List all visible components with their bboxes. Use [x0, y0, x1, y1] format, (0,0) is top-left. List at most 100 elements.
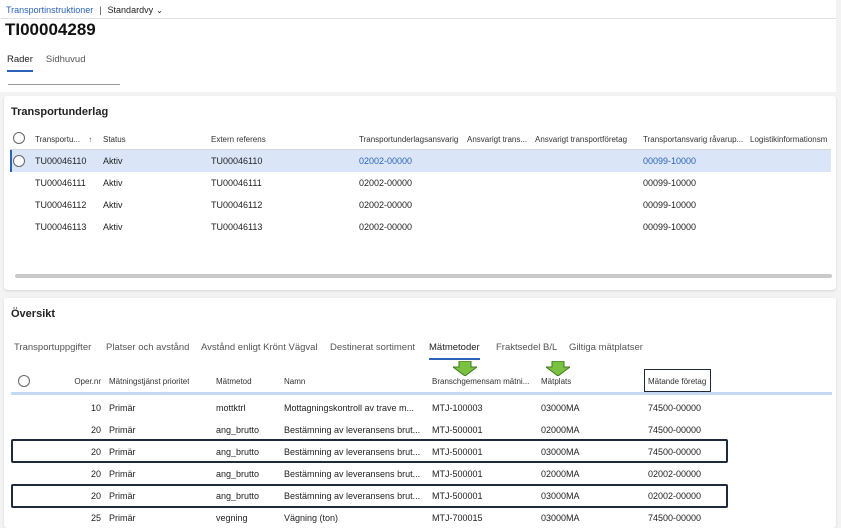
col-header-prioritet[interactable]: Mätningstjänst prioritet — [109, 377, 189, 386]
cell-matmetod: ang_brutto — [216, 469, 260, 479]
transport-grid-header: Transportu... ↑ Status Extern referens T… — [10, 128, 831, 150]
tab-sidhuvud[interactable]: Sidhuvud — [46, 54, 86, 72]
col-header-branschgemensam[interactable]: Branschgemensam mätni... — [432, 377, 532, 386]
cell-oper-nr: 25 — [90, 513, 101, 523]
cell-ansvarig-link[interactable]: 02002-00000 — [359, 156, 412, 166]
cell-namn: Mottagningskontroll av trave m... — [284, 403, 415, 413]
col-header-status[interactable]: Status — [103, 135, 126, 144]
chevron-down-icon: ⌄ — [156, 5, 163, 15]
overview-section: Översikt Transportuppgifter Platser och … — [4, 298, 836, 528]
select-all-radio[interactable] — [18, 375, 30, 387]
cell-branschgemensam: MTJ-700015 — [432, 513, 483, 523]
tab-transportuppgifter[interactable]: Transportuppgifter — [14, 342, 91, 353]
cell-transportunderlag[interactable]: TU00046110 — [35, 156, 86, 166]
cell-branschgemensam: MTJ-500001 — [432, 425, 483, 435]
cell-status: Aktiv — [103, 156, 123, 166]
cell-matplats: 03000MA — [541, 513, 580, 523]
cell-ansvarig-ravara[interactable]: 00099-10000 — [643, 178, 696, 188]
cell-oper-nr: 10 — [90, 403, 101, 413]
cell-ansvarig-ravara[interactable]: 00099-10000 — [643, 222, 696, 232]
cell-transportunderlag[interactable]: TU00046112 — [35, 200, 86, 210]
table-row[interactable]: TU00046113 Aktiv TU00046113 02002-00000 … — [10, 216, 831, 238]
col-header-matplats[interactable]: Mätplats — [541, 377, 571, 386]
table-row[interactable]: 20 Primär ang_brutto Bestämning av lever… — [11, 463, 832, 485]
cell-oper-nr: 20 — [90, 469, 101, 479]
cell-matande-foretag: 74500-00000 — [648, 403, 702, 413]
table-row[interactable]: TU00046111 Aktiv TU00046111 02002-00000 … — [10, 172, 831, 194]
tab-destinerat-sortiment[interactable]: Destinerat sortiment — [330, 342, 415, 353]
cell-status: Aktiv — [103, 222, 123, 232]
table-row[interactable]: 10 Primär mottktrl Mottagningskontroll a… — [11, 397, 832, 419]
cell-status: Aktiv — [103, 178, 123, 188]
tab-rader[interactable]: Rader — [7, 54, 33, 72]
col-header-ansvarigt-trans[interactable]: Ansvarigt trans... — [467, 135, 533, 144]
row-highlight-box — [11, 439, 728, 463]
row-highlight-box — [11, 484, 728, 508]
col-header-transportunderlagsansvarig[interactable]: Transportunderlagsansvarig — [359, 135, 463, 144]
cell-namn: Vägning (ton) — [284, 513, 339, 523]
col-header-oper-nr[interactable]: Oper.nr — [65, 377, 101, 386]
cell-prioritet: Primär — [109, 469, 136, 479]
tab-giltiga-matplatser[interactable]: Giltiga mätplatser — [569, 342, 643, 353]
cell-ansvarig-ravara-link[interactable]: 00099-10000 — [643, 156, 696, 166]
cell-matmetod: mottktrl — [216, 403, 246, 413]
cell-transportunderlag[interactable]: TU00046111 — [35, 178, 86, 188]
tab-matmetoder[interactable]: Mätmetoder — [429, 342, 480, 360]
cell-namn: Bestämning av leveransens brut... — [284, 469, 421, 479]
transport-section: Transportunderlag Transportu... ↑ Status… — [4, 96, 836, 290]
tab-platser-och-avstand[interactable]: Platser och avstånd — [106, 342, 189, 353]
page-header: Transportinstruktioner | Standardvy ⌄ TI… — [0, 0, 836, 92]
table-row[interactable]: TU00046112 Aktiv TU00046112 02002-00000 … — [10, 194, 831, 216]
cell-extern-referens: TU00046112 — [211, 200, 263, 210]
cell-oper-nr: 20 — [90, 425, 101, 435]
sort-ascending-icon: ↑ — [88, 135, 93, 144]
col-header-namn[interactable]: Namn — [284, 377, 305, 386]
cell-namn: Bestämning av leveransens brut... — [284, 425, 421, 435]
column-highlight-box — [644, 369, 711, 392]
horizontal-scrollbar[interactable] — [15, 274, 832, 278]
cell-matmetod: ang_brutto — [216, 425, 260, 435]
cell-ansvarig[interactable]: 02002-00000 — [359, 178, 412, 188]
cell-ansvarig[interactable]: 02002-00000 — [359, 200, 412, 210]
cell-prioritet: Primär — [109, 403, 136, 413]
view-selector[interactable]: Standardvy ⌄ — [108, 5, 163, 15]
cell-matplats: 03000MA — [541, 403, 580, 413]
top-tabs: Rader Sidhuvud — [7, 54, 99, 72]
col-header-matmetod[interactable]: Mätmetod — [216, 377, 252, 386]
cell-transportunderlag[interactable]: TU00046113 — [35, 222, 86, 232]
header-divider — [0, 18, 836, 19]
cell-ansvarig[interactable]: 02002-00000 — [359, 222, 412, 232]
table-row[interactable]: 20 Primär ang_brutto Bestämning av lever… — [11, 419, 832, 441]
col-header-transportu[interactable]: Transportu... ↑ — [35, 135, 110, 144]
col-header-ansvarigt-transportforetag[interactable]: Ansvarigt transportföretag — [535, 135, 641, 144]
cell-extern-referens: TU00046110 — [211, 156, 263, 166]
col-header-transportansvarig-ravarup[interactable]: Transportansvarig råvarup... — [643, 135, 747, 144]
cell-matande-foretag: 74500-00000 — [648, 425, 702, 435]
col-header-extern-referens[interactable]: Extern referens — [211, 135, 266, 144]
cell-ansvarig-ravara[interactable]: 00099-10000 — [643, 200, 696, 210]
breadcrumb-link[interactable]: Transportinstruktioner — [6, 5, 93, 15]
table-row[interactable]: 25 Primär vegning Vägning (ton) MTJ-7000… — [11, 507, 832, 528]
tab-fraktsedel[interactable]: Fraktsedel B/L — [496, 342, 557, 353]
section-title: Översikt — [11, 308, 56, 320]
section-title: Transportunderlag — [11, 106, 109, 118]
tab-avstand-kront-vagval[interactable]: Avstånd enligt Krönt Vägval — [201, 342, 318, 353]
header-separator — [11, 392, 832, 395]
cell-matande-foretag: 02002-00000 — [648, 469, 702, 479]
table-row[interactable]: TU00046110 Aktiv TU00046110 02002-00000 … — [10, 150, 831, 172]
col-header-logistikinformation[interactable]: Logistikinformationsm — [750, 135, 831, 144]
breadcrumb: Transportinstruktioner | Standardvy ⌄ — [6, 4, 163, 16]
cell-extern-referens: TU00046111 — [211, 178, 262, 188]
row-radio[interactable] — [13, 155, 25, 167]
breadcrumb-separator: | — [99, 5, 102, 15]
cell-matplats: 02000MA — [541, 469, 580, 479]
select-all-radio[interactable] — [13, 132, 25, 144]
cell-matande-foretag: 74500-00000 — [648, 513, 702, 523]
collapsed-panel-divider — [8, 84, 120, 85]
page-title: TI00004289 — [5, 20, 96, 39]
cell-branschgemensam: MTJ-100003 — [432, 403, 483, 413]
cell-branschgemensam: MTJ-500001 — [432, 469, 483, 479]
cell-status: Aktiv — [103, 200, 123, 210]
cell-prioritet: Primär — [109, 513, 136, 523]
cell-extern-referens: TU00046113 — [211, 222, 263, 232]
